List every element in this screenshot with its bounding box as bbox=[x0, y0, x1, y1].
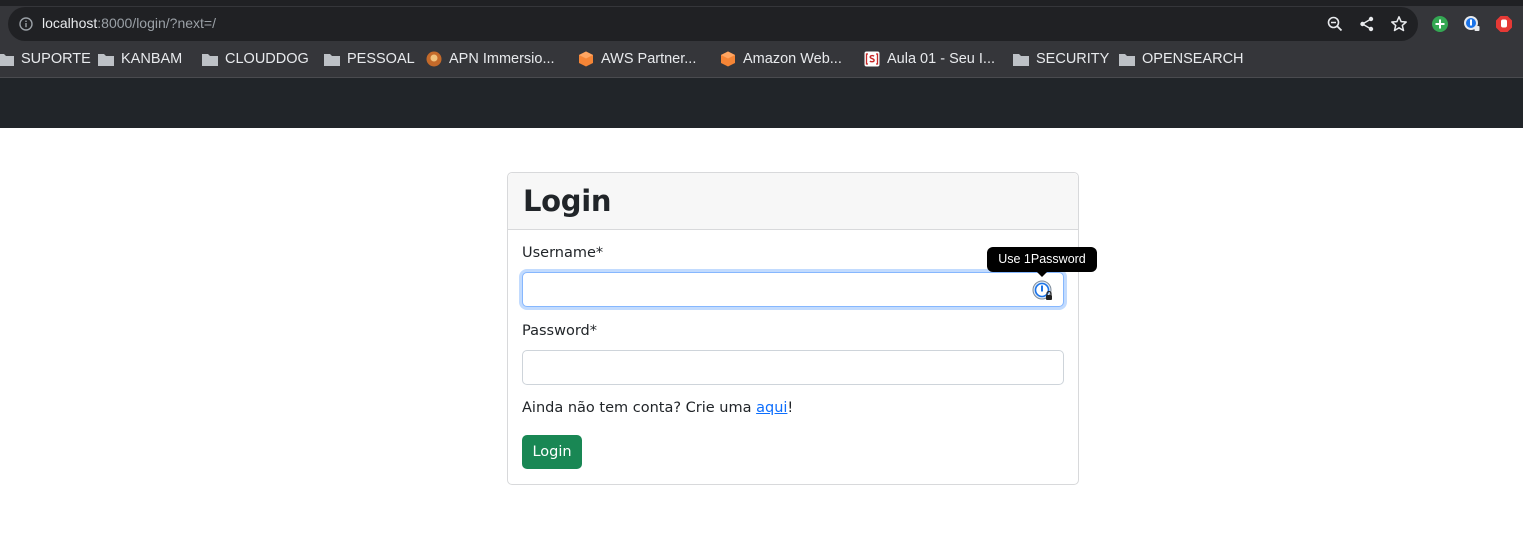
adblock-extension-icon[interactable] bbox=[1495, 15, 1513, 33]
bookmark-label: Amazon Web... bbox=[743, 51, 842, 67]
bookmark-clouddog[interactable]: CLOUDDOG bbox=[202, 50, 309, 68]
info-icon[interactable] bbox=[19, 17, 33, 31]
s-bracket-favicon bbox=[864, 51, 880, 67]
password-input[interactable] bbox=[522, 350, 1064, 385]
add-extension-icon[interactable] bbox=[1431, 15, 1449, 33]
apn-favicon bbox=[426, 51, 442, 67]
signup-prompt: Ainda não tem conta? Crie uma aqui! bbox=[522, 400, 793, 416]
folder-icon bbox=[0, 54, 14, 66]
folder-icon bbox=[1013, 54, 1029, 66]
bookmark-apn-immersion[interactable]: APN Immersio... bbox=[426, 50, 555, 68]
signup-link[interactable]: aqui bbox=[756, 400, 787, 416]
bookmark-amazon-web[interactable]: Amazon Web... bbox=[720, 50, 842, 68]
bookmark-suporte[interactable]: SUPORTE bbox=[0, 50, 91, 68]
bookmark-pessoal[interactable]: PESSOAL bbox=[324, 50, 415, 68]
card-header: Login bbox=[508, 173, 1078, 230]
tooltip-arrow bbox=[1036, 271, 1048, 277]
bookmark-aws-partner[interactable]: AWS Partner... bbox=[578, 50, 696, 68]
tab-strip bbox=[0, 0, 1523, 6]
bookmark-label: SECURITY bbox=[1036, 51, 1110, 67]
folder-icon bbox=[1119, 54, 1135, 66]
share-icon[interactable] bbox=[1358, 15, 1376, 33]
1password-tooltip: Use 1Password bbox=[987, 247, 1097, 272]
bookmark-label: APN Immersio... bbox=[449, 51, 555, 67]
aws-cube-icon bbox=[721, 51, 735, 67]
signup-prompt-suffix: ! bbox=[787, 400, 794, 416]
password-label: Password* bbox=[522, 323, 597, 339]
signup-prompt-text: Ainda não tem conta? Crie uma bbox=[522, 400, 757, 416]
folder-icon bbox=[202, 54, 218, 66]
bookmark-label: Aula 01 - Seu I... bbox=[887, 51, 996, 67]
url-text[interactable]: localhost:8000/login/?next=/ bbox=[42, 15, 216, 31]
bookmark-kanbam[interactable]: KANBAM bbox=[98, 50, 182, 68]
bookmark-opensearch[interactable]: OPENSEARCH bbox=[1119, 50, 1244, 68]
browser-chrome: localhost:8000/login/?next=/ SUPORTE KAN… bbox=[0, 0, 1523, 78]
bookmark-label: CLOUDDOG bbox=[225, 51, 309, 67]
bookmark-security[interactable]: SECURITY bbox=[1013, 50, 1109, 68]
page-title: Login bbox=[523, 184, 612, 218]
address-bar[interactable]: localhost:8000/login/?next=/ bbox=[8, 7, 1418, 41]
folder-icon bbox=[324, 54, 340, 66]
1password-field-icon[interactable] bbox=[1032, 280, 1054, 302]
site-navbar bbox=[0, 78, 1523, 128]
zoom-out-icon[interactable] bbox=[1326, 15, 1344, 33]
bookmark-aula-01[interactable]: Aula 01 - Seu I... bbox=[864, 50, 995, 68]
url-host: localhost bbox=[42, 15, 98, 31]
login-button[interactable]: Login bbox=[522, 435, 582, 469]
bookmark-label: SUPORTE bbox=[21, 51, 91, 67]
bookmark-label: PESSOAL bbox=[347, 51, 415, 67]
username-label: Username* bbox=[522, 245, 604, 261]
folder-icon bbox=[98, 54, 114, 66]
bookmark-label: OPENSEARCH bbox=[1142, 51, 1244, 67]
login-card: Login Username* Password* Ainda não tem … bbox=[507, 172, 1079, 485]
aws-cube-icon bbox=[579, 51, 593, 67]
bookmark-star-icon[interactable] bbox=[1390, 15, 1408, 33]
bookmark-label: AWS Partner... bbox=[601, 51, 697, 67]
username-input[interactable] bbox=[522, 272, 1064, 307]
1password-extension-icon[interactable] bbox=[1463, 15, 1481, 33]
bookmark-label: KANBAM bbox=[121, 51, 183, 67]
url-path: :8000/login/?next=/ bbox=[97, 15, 216, 31]
bookmarks-bar: SUPORTE KANBAM CLOUDDOG PESSOAL APN Imme… bbox=[0, 44, 1523, 74]
